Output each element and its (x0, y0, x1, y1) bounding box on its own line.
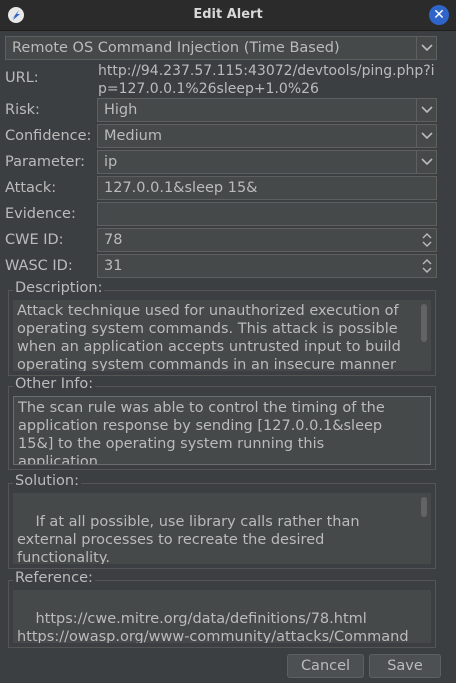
evidence-label: Evidence: (5, 206, 76, 222)
wasc-label: WASC ID: (5, 258, 73, 274)
risk-value: High (104, 102, 138, 118)
other-info-text: The scan rule was able to control the ti… (18, 400, 385, 465)
url-label: URL: (5, 70, 39, 86)
wasc-spinner[interactable]: 31 (97, 254, 437, 278)
cancel-button[interactable]: Cancel (287, 654, 364, 678)
chevron-down-icon[interactable] (416, 125, 436, 147)
reference-text: https://cwe.mitre.org/data/definitions/7… (17, 611, 409, 643)
parameter-combo[interactable]: ip (97, 150, 437, 174)
attack-label: Attack: (5, 180, 57, 196)
close-icon[interactable]: ✕ (429, 5, 449, 25)
reference-textarea[interactable]: https://cwe.mitre.org/data/definitions/7… (13, 590, 431, 643)
reference-title: Reference: (13, 570, 95, 586)
other-info-group: Other Info: The scan rule was able to co… (8, 376, 436, 470)
solution-group: Solution: If at all possible, use librar… (8, 473, 436, 569)
parameter-label: Parameter: (5, 154, 86, 170)
confidence-value: Medium (104, 128, 162, 144)
description-scrollbar[interactable] (421, 304, 427, 342)
chevron-down-icon[interactable] (416, 99, 436, 121)
description-text: Attack technique used for unauthorized e… (17, 303, 401, 371)
dialog-title: Edit Alert (193, 7, 263, 22)
other-info-title: Other Info: (13, 376, 96, 392)
cwe-spinner[interactable]: 78 (97, 228, 437, 252)
confidence-combo[interactable]: Medium (97, 124, 437, 148)
chevron-down-icon[interactable] (416, 151, 436, 173)
description-title: Description: (13, 280, 105, 296)
description-group: Description: Attack technique used for u… (8, 280, 436, 376)
cwe-value: 78 (104, 232, 123, 248)
reference-group: Reference: https://cwe.mitre.org/data/de… (8, 570, 436, 648)
solution-text: If at all possible, use library calls ra… (17, 514, 360, 564)
url-value: http://94.237.57.115:43072/devtools/ping… (98, 63, 435, 97)
save-button[interactable]: Save (369, 654, 441, 678)
spinner-arrows-icon[interactable] (418, 255, 436, 277)
alert-name-combo[interactable]: Remote OS Command Injection (Time Based) (5, 36, 437, 60)
cwe-label: CWE ID: (5, 232, 64, 248)
confidence-label: Confidence: (5, 128, 92, 144)
wasc-value: 31 (104, 258, 123, 274)
risk-label: Risk: (5, 102, 40, 118)
solution-textarea[interactable]: If at all possible, use library calls ra… (13, 493, 431, 564)
other-info-textarea[interactable]: The scan rule was able to control the ti… (13, 396, 431, 465)
title-bar: Edit Alert ✕ (0, 0, 456, 31)
spinner-arrows-icon[interactable] (418, 229, 436, 251)
solution-title: Solution: (13, 473, 81, 489)
chevron-down-icon[interactable] (416, 37, 436, 59)
attack-input[interactable]: 127.0.0.1&sleep 15& (97, 176, 437, 200)
risk-combo[interactable]: High (97, 98, 437, 122)
description-textarea[interactable]: Attack technique used for unauthorized e… (13, 300, 431, 371)
alert-name-value: Remote OS Command Injection (Time Based) (12, 40, 340, 56)
attack-value: 127.0.0.1&sleep 15& (104, 180, 258, 196)
parameter-value: ip (104, 154, 118, 170)
solution-scrollbar[interactable] (421, 497, 427, 517)
evidence-input[interactable] (97, 202, 437, 226)
